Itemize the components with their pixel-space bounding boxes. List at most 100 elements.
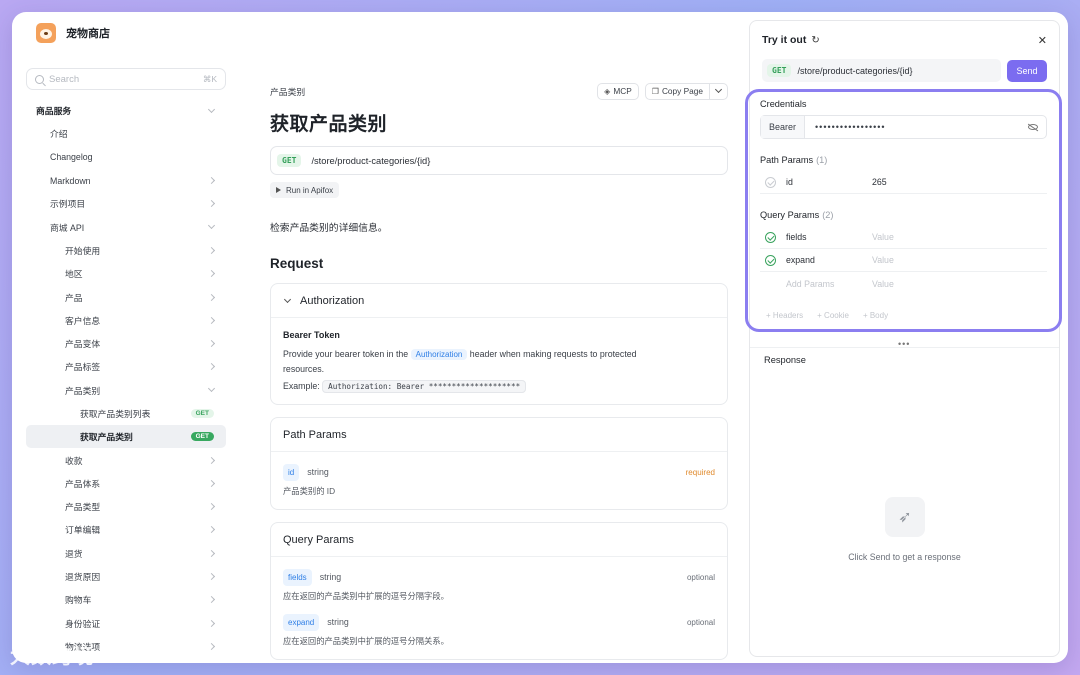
sidebar-item[interactable]: 客户信息 — [26, 309, 226, 332]
mcp-label: MCP — [613, 86, 632, 96]
add-param-row: Add Params Value — [760, 272, 1047, 295]
response-hint: Click Send to get a response — [848, 552, 961, 562]
param-name: id — [283, 464, 300, 481]
param-description: 产品类别的 ID — [283, 486, 336, 496]
sidebar-item[interactable]: 产品类别 — [26, 379, 226, 402]
add-params-input[interactable]: Add Params — [786, 279, 872, 289]
reload-icon[interactable]: ↻ — [811, 35, 819, 46]
chevron-right-icon — [207, 246, 216, 254]
add-body-button[interactable]: + Body — [863, 311, 888, 320]
example-label: Example: — [283, 381, 320, 391]
param-description: 应在返回的产品类别中扩展的逗号分隔字段。 — [283, 591, 449, 601]
bearer-label: Bearer — [761, 116, 806, 138]
sidebar-item-label: 购物车 — [65, 595, 92, 606]
sidebar-item[interactable]: 开始使用 — [26, 239, 226, 262]
sidebar-item-label: Changelog — [50, 152, 93, 163]
chevron-right-icon — [207, 619, 216, 627]
sidebar-item[interactable]: 产品类型 — [26, 495, 226, 518]
sidebar-item-label: Markdown — [50, 175, 91, 186]
chevron-right-icon — [207, 200, 216, 208]
copy-page-dropdown[interactable] — [709, 83, 727, 99]
bearer-field[interactable]: Bearer ••••••••••••••••• — [760, 115, 1047, 139]
chevron-right-icon — [207, 293, 216, 301]
param-value-input[interactable]: 265 — [872, 177, 887, 187]
param-name: fields — [283, 569, 312, 586]
sidebar-item[interactable]: 退货原因 — [26, 565, 226, 588]
sidebar-item[interactable]: 收款 — [26, 448, 226, 471]
checkbox-icon[interactable] — [765, 231, 776, 243]
mcp-button[interactable]: ◈ MCP — [597, 82, 639, 100]
sidebar-item[interactable]: 身份验证 — [26, 612, 226, 635]
chevron-right-icon — [207, 549, 216, 557]
path-params-heading: Path Params — [271, 418, 727, 452]
sidebar-item[interactable]: 产品变体 — [26, 332, 226, 355]
path-params-count: (1) — [816, 155, 828, 165]
chevron-down-icon — [207, 385, 216, 393]
sidebar-item-label: 产品体系 — [65, 478, 101, 489]
copy-page-label: Copy Page — [661, 86, 703, 96]
sidebar-item[interactable]: 产品 — [26, 285, 226, 308]
checkbox-icon[interactable] — [765, 254, 776, 266]
sidebar-item[interactable]: 地区 — [26, 262, 226, 285]
sidebar-item-label: 产品标签 — [65, 362, 101, 373]
chevron-right-icon — [207, 573, 216, 581]
request-heading: Request — [270, 256, 324, 271]
param-type: string — [307, 467, 329, 477]
add-cookie-button[interactable]: + Cookie — [817, 311, 849, 320]
sidebar-item[interactable]: 商城 API — [26, 215, 226, 238]
query-params-count: (2) — [822, 210, 834, 220]
authorization-card: Authorization Bearer Token Provide your … — [270, 283, 728, 405]
sidebar-item[interactable]: Changelog — [26, 146, 226, 169]
param-name: expand — [283, 614, 320, 631]
run-in-apifox-button[interactable]: Run in Apifox — [270, 182, 340, 198]
run-label: Run in Apifox — [286, 185, 334, 195]
checkbox-placeholder — [765, 278, 776, 289]
chevron-down-icon — [207, 105, 216, 113]
param-optional: optional — [686, 618, 715, 627]
auth-text-3: resources. — [283, 364, 325, 374]
sidebar-item[interactable]: Markdown — [26, 169, 226, 192]
hide-password-icon[interactable] — [1028, 124, 1038, 130]
sidebar-item-label: 退货 — [65, 548, 83, 559]
response-label: Response — [764, 355, 806, 365]
sidebar-item[interactable]: 介绍 — [26, 122, 226, 145]
add-value-input[interactable]: Value — [872, 279, 894, 289]
chevron-right-icon — [207, 456, 216, 464]
sidebar-item[interactable]: 示例项目 — [26, 192, 226, 215]
request-url-field[interactable]: GET /store/product-categories/{id} — [762, 59, 1001, 82]
search-input[interactable]: Search ⌘K — [26, 68, 226, 90]
query-params-label: Query Params — [760, 210, 820, 220]
sidebar-item[interactable]: 产品体系 — [26, 472, 226, 495]
close-icon[interactable]: ✕ — [1038, 34, 1047, 47]
search-icon — [35, 74, 44, 84]
sidebar-item[interactable]: 购物车 — [26, 588, 226, 611]
sidebar-item[interactable]: 获取产品类别列表 GET — [26, 402, 226, 425]
query-params-card: Query Params fields string optional 应在返回… — [270, 522, 728, 660]
sidebar-item[interactable]: 获取产品类别 GET — [26, 425, 226, 449]
endpoint-bar[interactable]: GET /store/product-categories/{id} — [270, 146, 728, 175]
checkbox-icon[interactable] — [765, 176, 776, 188]
param-value-input[interactable]: Value — [872, 232, 894, 242]
param-optional: optional — [686, 573, 715, 582]
app-logo-icon — [36, 23, 56, 43]
sidebar: Search ⌘K 商品服务介绍 Changelog Markdown 示例项目商城 … — [26, 68, 226, 663]
add-headers-button[interactable]: + Headers — [766, 311, 803, 320]
sidebar-item[interactable]: 退货 — [26, 542, 226, 565]
chevron-right-icon — [207, 596, 216, 604]
copy-page-button[interactable]: ❐ Copy Page — [644, 82, 728, 100]
path-params-label: Path Params — [760, 155, 814, 165]
sidebar-item[interactable]: 商品服务 — [26, 99, 226, 122]
sidebar-item[interactable]: 产品标签 — [26, 355, 226, 378]
param-name: id — [786, 177, 793, 187]
endpoint-path: /store/product-categories/{id} — [311, 155, 431, 166]
send-button[interactable]: Send — [1007, 59, 1047, 82]
breadcrumb[interactable]: 产品类别 — [270, 85, 591, 98]
sidebar-item-label: 商品服务 — [36, 106, 72, 117]
param-value-input[interactable]: Value — [872, 255, 894, 265]
copy-icon: ❐ — [651, 86, 659, 96]
example-code: Authorization: Bearer ******************… — [322, 380, 527, 393]
authorization-toggle[interactable]: Authorization — [271, 284, 727, 318]
sidebar-item[interactable]: 订单编辑 — [26, 518, 226, 541]
sidebar-item-label: 示例项目 — [50, 199, 86, 210]
sidebar-item-label: 订单编辑 — [65, 525, 101, 536]
